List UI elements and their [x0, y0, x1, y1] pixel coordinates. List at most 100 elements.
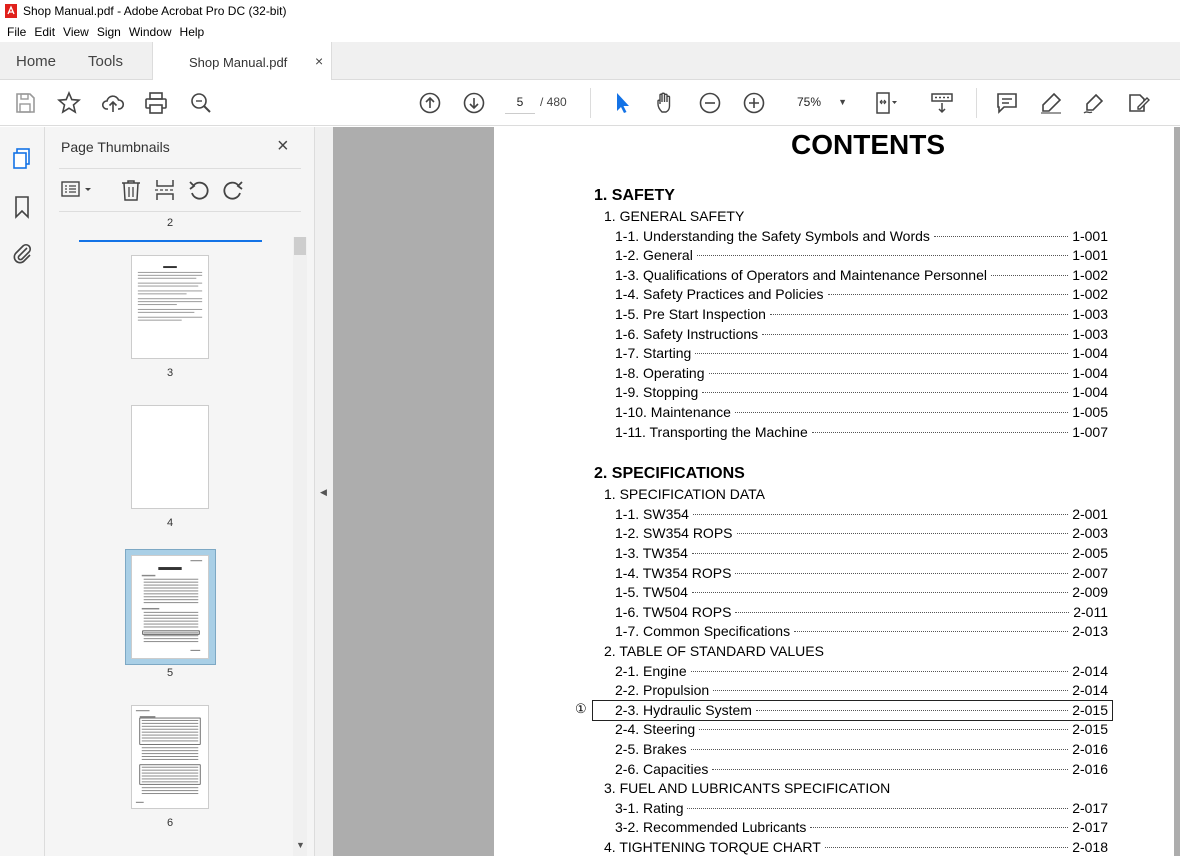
toc-page-number: 1-004 [1072, 345, 1108, 362]
toc-entry-row[interactable]: 1-6. Safety Instructions 1-003 [615, 326, 1108, 344]
toc-entry-row[interactable]: 1-7. Starting 1-004 [615, 345, 1108, 363]
save-icon[interactable] [13, 91, 37, 115]
thumbnail-page-3[interactable] [131, 255, 209, 359]
previous-page-icon[interactable] [418, 91, 442, 115]
toc-entry-row[interactable]: 1-2. SW354 ROPS 2-003 [615, 525, 1108, 543]
highlight-pen-icon[interactable] [1039, 91, 1063, 115]
toc-entry-row[interactable]: 1-2. General 1-001 [615, 247, 1108, 265]
toc-page-number: 2-018 [1072, 839, 1108, 855]
thumbnail-options-icon[interactable] [61, 179, 91, 201]
toc-entry-row[interactable]: 1-8. Operating 1-004 [615, 365, 1108, 383]
tab-close-icon[interactable]: × [315, 53, 323, 69]
sign-pen-icon[interactable] [1082, 91, 1106, 115]
bookmarks-icon[interactable] [10, 195, 34, 219]
scroll-down-icon[interactable]: ▼ [296, 840, 305, 850]
delete-page-icon[interactable] [119, 179, 143, 201]
section-heading: 2. SPECIFICATIONS [594, 465, 745, 483]
toc-group-row[interactable]: 4. TIGHTENING TORQUE CHART 2-018 [604, 839, 1108, 856]
insert-page-icon[interactable] [153, 179, 177, 201]
page-thumbnails-icon[interactable] [10, 147, 34, 171]
thumbnail-scrollbar[interactable] [293, 237, 307, 856]
tab-home[interactable]: Home [16, 53, 56, 70]
toc-entry-row[interactable]: 1-7. Common Specifications 2-013 [615, 623, 1108, 641]
toc-entry-row[interactable]: 3-1. Rating 2-017 [615, 800, 1108, 818]
search-zoom-icon[interactable] [189, 91, 213, 115]
toc-entry-row[interactable]: 2-2. Propulsion 2-014 [615, 682, 1108, 700]
menu-sign[interactable]: Sign [97, 25, 121, 39]
toc-entry-row[interactable]: 1-3. Qualifications of Operators and Mai… [615, 267, 1108, 285]
revision-highlight-box [592, 699, 1113, 721]
close-icon[interactable]: × [277, 135, 289, 158]
panel-divider [59, 168, 301, 169]
attachments-icon[interactable] [10, 241, 34, 265]
leader-dots [734, 412, 1069, 413]
toc-entry-row[interactable]: 1-3. TW354 2-005 [615, 545, 1108, 563]
leader-dots [824, 847, 1069, 848]
print-icon[interactable] [144, 91, 168, 115]
leader-dots [713, 690, 1069, 692]
toc-page-number: 2-016 [1072, 741, 1108, 757]
menu-window[interactable]: Window [129, 25, 172, 39]
leader-dots [991, 274, 1069, 276]
rotate-right-icon[interactable] [221, 179, 245, 201]
leader-dots [690, 670, 1069, 672]
tab-document[interactable]: Shop Manual.pdf × [152, 42, 332, 81]
toc-entry-row[interactable]: 1-9. Stopping 1-004 [615, 384, 1108, 402]
toc-entry-row[interactable]: 3-2. Recommended Lubricants 2-017 [615, 819, 1108, 837]
toc-entry-row[interactable]: 1-11. Transporting the Machine 1-007 [615, 424, 1108, 442]
toc-entry-row[interactable]: 2-6. Capacities 2-016 [615, 761, 1108, 779]
toc-page-number: 1-004 [1072, 384, 1108, 401]
toc-entry-row[interactable]: 1-6. TW504 ROPS 2-011 [615, 604, 1108, 622]
toc-entry-row[interactable]: 1-1. Understanding the Safety Symbols an… [615, 228, 1108, 246]
next-page-icon[interactable] [462, 91, 486, 115]
toc-entry-row[interactable]: 1-5. Pre Start Inspection 1-003 [615, 306, 1108, 324]
zoom-in-icon[interactable] [742, 91, 766, 115]
bookmark-star-icon[interactable] [57, 90, 81, 115]
scroll-mode-icon[interactable] [930, 91, 954, 115]
toc-entry-row[interactable]: 1-4. Safety Practices and Policies 1-002 [615, 286, 1108, 304]
select-cursor-icon[interactable] [610, 91, 634, 115]
thumbnail-page-5[interactable] [131, 555, 209, 659]
leader-dots [933, 235, 1069, 237]
upload-cloud-icon[interactable] [101, 91, 125, 115]
page-thumbnails-panel: Page Thumbnails × 2 3 4 5 6 [45, 127, 315, 856]
thumbnail-label: 3 [166, 367, 174, 379]
menu-edit[interactable]: Edit [34, 25, 55, 39]
panel-collapse-strip[interactable]: ◀ [315, 127, 333, 856]
zoom-level-select[interactable]: 75% ▼ [787, 90, 853, 114]
tab-document-label: Shop Manual.pdf [189, 55, 288, 70]
toc-entry-row[interactable]: 2-5. Brakes 2-016 [615, 741, 1108, 759]
toc-entry-label: 1-9. Stopping [615, 384, 699, 401]
hand-tool-icon[interactable] [654, 91, 678, 115]
leader-dots [690, 749, 1069, 750]
toc-entry-label: 1-5. TW504 [615, 584, 688, 601]
toc-group-title: 1. GENERAL SAFETY [604, 208, 745, 224]
toc-entry-row[interactable]: 1-5. TW504 2-009 [615, 584, 1108, 602]
toc-entry-row[interactable]: 2-4. Steering 2-015 [615, 721, 1108, 739]
fill-sign-icon[interactable] [1126, 91, 1150, 115]
comment-icon[interactable] [995, 91, 1019, 115]
rotate-left-icon[interactable] [187, 179, 211, 201]
leader-dots [769, 314, 1069, 315]
page-fit-icon[interactable] [874, 91, 898, 115]
toc-page-number: 2-005 [1072, 545, 1108, 561]
toc-group-title: 4. TIGHTENING TORQUE CHART [604, 839, 821, 855]
thumbnail-scrollbar-thumb[interactable] [294, 237, 306, 255]
menu-view[interactable]: View [63, 25, 89, 39]
thumbnail-page-4[interactable] [131, 405, 209, 509]
tab-tools[interactable]: Tools [88, 53, 123, 70]
toc-entry-label: 1-10. Maintenance [615, 404, 731, 420]
toc-entry-row[interactable]: 1-10. Maintenance 1-005 [615, 404, 1108, 422]
thumbnail-page-6[interactable] [131, 705, 209, 809]
toc-page-number: 1-001 [1072, 227, 1108, 244]
toc-entry-row[interactable]: 2-1. Engine 2-014 [615, 663, 1108, 681]
leader-dots [811, 431, 1069, 433]
collapse-arrow-icon[interactable]: ◀ [320, 487, 327, 498]
toc-entry-row[interactable]: 1-1. SW354 2-001 [615, 506, 1108, 524]
toc-entry-row[interactable]: 1-4. TW354 ROPS 2-007 [615, 565, 1108, 583]
menu-file[interactable]: File [7, 25, 26, 39]
toc-page-number: 2-014 [1072, 682, 1108, 699]
zoom-out-icon[interactable] [698, 91, 722, 115]
menu-help[interactable]: Help [180, 25, 205, 39]
page-number-input[interactable]: 5 [505, 90, 535, 114]
